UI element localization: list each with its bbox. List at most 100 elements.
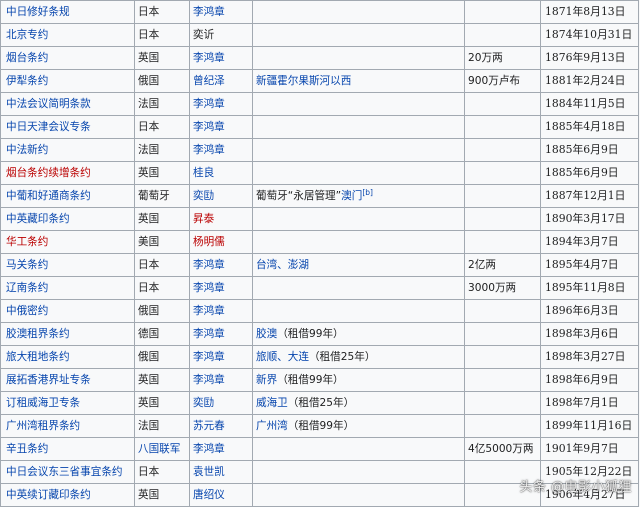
signer-link[interactable]: 李鸿章: [193, 121, 225, 133]
treaty-name-link[interactable]: 马关条约: [6, 259, 48, 271]
signer-cell[interactable]: 桂良: [189, 161, 253, 185]
signer-link[interactable]: 李鸿章: [193, 374, 225, 386]
treaty-name-link[interactable]: 中法新约: [6, 144, 48, 156]
signer-cell[interactable]: 李鸿章: [189, 299, 253, 323]
treaty-name-link[interactable]: 订租威海卫专条: [6, 397, 80, 409]
treaty-name-link[interactable]: 中俄密约: [6, 305, 48, 317]
treaty-name-link[interactable]: 北京专约: [6, 29, 48, 41]
treaty-name-cell[interactable]: 中俄密约: [0, 299, 135, 323]
treaty-name-link[interactable]: 旅大租地条约: [6, 351, 70, 363]
signer-cell[interactable]: 李鸿章: [189, 0, 253, 24]
signer-link[interactable]: 李鸿章: [193, 144, 225, 156]
signer-link[interactable]: 桂良: [193, 167, 214, 179]
signer-cell[interactable]: 李鸿章: [189, 138, 253, 162]
signer-cell[interactable]: 李鸿章: [189, 368, 253, 392]
treaty-name-cell[interactable]: 烟台条约: [0, 46, 135, 70]
signer-cell[interactable]: 杨明儒: [189, 230, 253, 254]
territory-link[interactable]: 威海卫: [256, 397, 288, 409]
signer-cell[interactable]: 李鸿章: [189, 276, 253, 300]
treaty-name-link[interactable]: 广州湾租界条约: [6, 420, 80, 432]
signer-link[interactable]: 李鸿章: [193, 328, 225, 340]
signer-cell[interactable]: 奕劻: [189, 391, 253, 415]
signer-link[interactable]: 苏元春: [193, 420, 225, 432]
treaty-name-cell[interactable]: 中日天津会议专条: [0, 115, 135, 139]
signer-cell[interactable]: 苏元春: [189, 414, 253, 438]
signer-cell[interactable]: 奕劻: [189, 184, 253, 208]
territory-cell[interactable]: 广州湾（租借99年）: [252, 414, 465, 438]
treaty-name-cell[interactable]: 马关条约: [0, 253, 135, 277]
treaty-name-link[interactable]: 烟台条约: [6, 52, 48, 64]
treaty-name-link[interactable]: 中法会议简明条款: [6, 98, 91, 110]
treaty-name-cell[interactable]: 订租威海卫专条: [0, 391, 135, 415]
treaty-name-link[interactable]: 辽南条约: [6, 282, 48, 294]
treaty-name-link[interactable]: 中日修好条规: [6, 6, 70, 18]
signer-link[interactable]: 李鸿章: [193, 259, 225, 271]
treaty-name-cell[interactable]: 北京专约: [0, 23, 135, 47]
signer-link[interactable]: 奕劻: [193, 397, 214, 409]
signer-cell[interactable]: 曾纪泽: [189, 69, 253, 93]
treaty-name-link[interactable]: 辛丑条约: [6, 443, 48, 455]
treaty-name-link[interactable]: 中日会议东三省事宜条约: [6, 466, 123, 478]
treaty-name-cell[interactable]: 中法会议简明条款: [0, 92, 135, 116]
signer-link[interactable]: 李鸿章: [193, 351, 225, 363]
treaty-name-cell[interactable]: 辛丑条约: [0, 437, 135, 461]
signer-link[interactable]: 李鸿章: [193, 305, 225, 317]
treaty-name-cell[interactable]: 中英藏印条约: [0, 207, 135, 231]
treaty-name-cell[interactable]: 中法新约: [0, 138, 135, 162]
territory-link[interactable]: 澳门: [341, 190, 362, 202]
signer-link[interactable]: 李鸿章: [193, 52, 225, 64]
treaty-name-link[interactable]: 伊犁条约: [6, 75, 48, 87]
signer-link[interactable]: 李鸿章: [193, 98, 225, 110]
treaty-name-link[interactable]: 华工条约: [6, 236, 48, 248]
signer-cell[interactable]: 李鸿章: [189, 46, 253, 70]
footnote-link[interactable]: [b]: [362, 188, 373, 197]
territory-link[interactable]: 台湾、澎湖: [256, 259, 309, 271]
territory-cell[interactable]: 旅顺、大连（租借25年）: [252, 345, 465, 369]
territory-link[interactable]: 新界: [256, 374, 277, 386]
signer-link[interactable]: 奕劻: [193, 190, 214, 202]
treaty-name-cell[interactable]: 旅大租地条约: [0, 345, 135, 369]
treaty-name-link[interactable]: 烟台条约续增条约: [6, 167, 91, 179]
signer-cell[interactable]: 李鸿章: [189, 115, 253, 139]
territory-link[interactable]: 新疆霍尔果斯河以西: [256, 75, 351, 87]
treaty-name-link[interactable]: 展拓香港界址专条: [6, 374, 91, 386]
signer-cell[interactable]: 昇泰: [189, 207, 253, 231]
signer-cell[interactable]: 李鸿章: [189, 437, 253, 461]
treaty-name-link[interactable]: 中英藏印条约: [6, 213, 70, 225]
treaty-name-link[interactable]: 胶澳租界条约: [6, 328, 70, 340]
territory-cell[interactable]: 葡萄牙“永居管理”澳门[b]: [252, 184, 465, 208]
signer-link[interactable]: 李鸿章: [193, 282, 225, 294]
treaty-name-cell[interactable]: 中英续订藏印条约: [0, 483, 135, 507]
signer-cell[interactable]: 李鸿章: [189, 345, 253, 369]
treaty-name-link[interactable]: 中葡和好通商条约: [6, 190, 91, 202]
signer-link[interactable]: 袁世凯: [193, 466, 225, 478]
territory-cell[interactable]: 胶澳（租借99年）: [252, 322, 465, 346]
territory-cell[interactable]: 新界（租借99年）: [252, 368, 465, 392]
country-link[interactable]: 八国联军: [138, 443, 180, 455]
treaty-name-cell[interactable]: 展拓香港界址专条: [0, 368, 135, 392]
country-cell[interactable]: 八国联军: [134, 437, 190, 461]
territory-link[interactable]: 旅顺、大连: [256, 351, 309, 363]
signer-cell[interactable]: 唐绍仪: [189, 483, 253, 507]
signer-link[interactable]: 杨明儒: [193, 236, 225, 248]
treaty-name-cell[interactable]: 中日会议东三省事宜条约: [0, 460, 135, 484]
treaty-name-link[interactable]: 中英续订藏印条约: [6, 489, 91, 501]
signer-link[interactable]: 李鸿章: [193, 443, 225, 455]
treaty-name-cell[interactable]: 烟台条约续增条约: [0, 161, 135, 185]
signer-link[interactable]: 曾纪泽: [193, 75, 225, 87]
signer-cell[interactable]: 李鸿章: [189, 92, 253, 116]
treaty-name-cell[interactable]: 辽南条约: [0, 276, 135, 300]
territory-link[interactable]: 广州湾: [256, 420, 288, 432]
signer-link[interactable]: 唐绍仪: [193, 489, 225, 501]
treaty-name-link[interactable]: 中日天津会议专条: [6, 121, 91, 133]
signer-link[interactable]: 李鸿章: [193, 6, 225, 18]
territory-link[interactable]: 胶澳: [256, 328, 277, 340]
signer-link[interactable]: 昇泰: [193, 213, 214, 225]
treaty-name-cell[interactable]: 胶澳租界条约: [0, 322, 135, 346]
treaty-name-cell[interactable]: 广州湾租界条约: [0, 414, 135, 438]
signer-cell[interactable]: 袁世凯: [189, 460, 253, 484]
signer-cell[interactable]: 李鸿章: [189, 322, 253, 346]
treaty-name-cell[interactable]: 华工条约: [0, 230, 135, 254]
treaty-name-cell[interactable]: 中日修好条规: [0, 0, 135, 24]
territory-cell[interactable]: 威海卫（租借25年）: [252, 391, 465, 415]
